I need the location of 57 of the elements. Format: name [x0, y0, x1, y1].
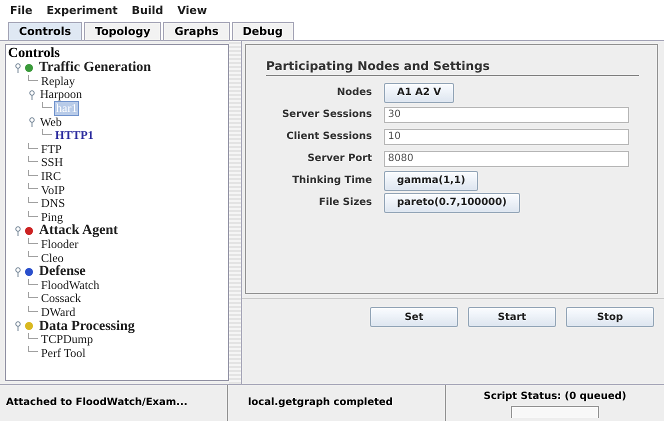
script-status: Script Status: (0 queued): [484, 391, 626, 402]
value-button[interactable]: A1 A2 V: [384, 82, 454, 102]
tab[interactable]: Graphs: [163, 22, 230, 40]
splitter-handle[interactable]: [229, 41, 241, 384]
tree-item[interactable]: DWard: [40, 306, 76, 319]
status-result: local.getgraph completed: [228, 385, 446, 421]
tree-item[interactable]: Cossack: [40, 292, 82, 306]
expanded-toggle-icon[interactable]: [14, 62, 22, 73]
expanded-toggle-icon[interactable]: [14, 266, 22, 277]
field-label: Thinking Time: [291, 175, 373, 186]
expanded-toggle-icon[interactable]: [28, 90, 36, 100]
tree-item[interactable]: SSH: [40, 156, 64, 170]
input-field[interactable]: 8080: [384, 150, 629, 166]
value-button[interactable]: gamma(1,1): [384, 170, 478, 190]
tab[interactable]: Debug: [232, 22, 294, 40]
field-label: Client Sessions: [285, 131, 373, 142]
field-label: File Sizes: [318, 197, 373, 208]
tree-item[interactable]: Attack Agent: [38, 224, 119, 238]
menu-item[interactable]: Experiment: [46, 4, 118, 18]
menu-item[interactable]: Build: [132, 4, 164, 18]
tree-item[interactable]: FTP: [40, 142, 63, 156]
action-button[interactable]: Set: [370, 307, 458, 327]
input-field[interactable]: 10: [384, 128, 629, 144]
menu-item[interactable]: File: [10, 4, 33, 18]
expanded-toggle-icon[interactable]: [14, 321, 22, 332]
field-label: Server Port: [306, 153, 373, 164]
action-button[interactable]: Start: [468, 307, 556, 327]
script-button[interactable]: [511, 406, 599, 418]
tree-item[interactable]: Flooder: [40, 238, 80, 252]
menu-item[interactable]: View: [177, 4, 208, 18]
tree-title: Controls: [8, 47, 61, 61]
tab[interactable]: Topology: [84, 22, 162, 40]
value-button[interactable]: pareto(0.7,100000): [384, 192, 520, 212]
tree-item[interactable]: TCPDump: [40, 333, 94, 346]
status-message: Attached to FloodWatch/Exam...: [0, 385, 228, 421]
section-title: Participating Nodes and Settings: [266, 59, 639, 76]
expanded-toggle-icon[interactable]: [28, 117, 36, 128]
tree-item[interactable]: VoIP: [40, 184, 66, 197]
tree-item[interactable]: Replay: [40, 74, 76, 88]
tree-item[interactable]: Data Processing: [38, 320, 136, 333]
tab[interactable]: Controls: [8, 22, 82, 40]
field-label: Nodes: [336, 87, 373, 98]
tree-item[interactable]: Web: [39, 116, 63, 129]
expanded-toggle-icon[interactable]: [14, 226, 22, 236]
tree-item[interactable]: Perf Tool: [40, 346, 87, 360]
input-field[interactable]: 30: [384, 106, 629, 122]
tree-item[interactable]: Harpoon: [39, 88, 83, 102]
tree-item[interactable]: DNS: [40, 197, 66, 210]
tree-item[interactable]: FloodWatch: [40, 278, 100, 292]
action-button[interactable]: Stop: [566, 307, 654, 327]
tree-item[interactable]: IRC: [40, 170, 62, 184]
tree-item[interactable]: Defense: [38, 265, 87, 278]
tree-item[interactable]: HTTP1: [54, 129, 95, 142]
tree-item[interactable]: Traffic Generation: [38, 61, 152, 74]
field-label: Server Sessions: [281, 109, 373, 120]
tree-item[interactable]: Ping: [40, 210, 64, 224]
tree-item[interactable]: Cleo: [40, 252, 65, 265]
